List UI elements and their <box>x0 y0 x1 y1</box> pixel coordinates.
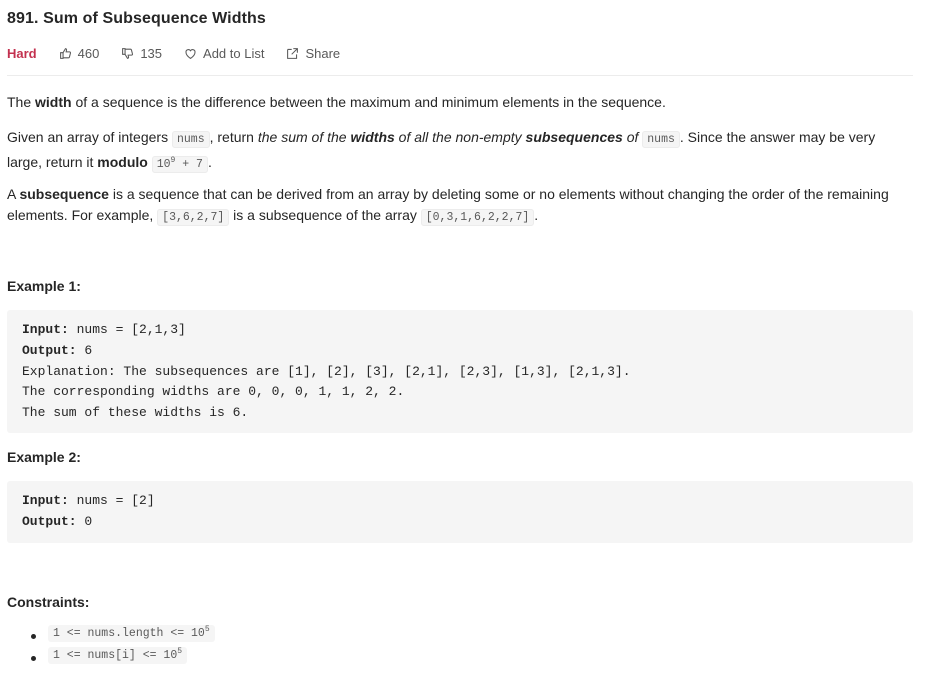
thumbs-down-icon <box>122 47 134 59</box>
problem-meta-bar: Hard 460 135 Add to List Share <box>7 44 362 62</box>
example-1-explanation: Explanation: The subsequences are [1], [… <box>22 363 631 379</box>
share-icon <box>287 47 299 59</box>
add-to-list-label: Add to List <box>203 45 265 61</box>
example-1-heading: Example 1: <box>7 278 81 294</box>
problem-title: 891. Sum of Subsequence Widths <box>7 10 266 27</box>
like-button[interactable]: 460 <box>59 45 100 61</box>
example-1-sum: The sum of these widths is 6. <box>22 405 249 421</box>
constraint-code: 1 <= nums.length <= 105 <box>48 625 215 642</box>
dislike-count: 135 <box>140 45 163 61</box>
constraint-item: 1 <= nums[i] <= 105 <box>7 647 215 669</box>
example-1-input: Input: nums = [2,1,3] <box>22 322 186 337</box>
constraint-code: 1 <= nums[i] <= 105 <box>48 647 188 664</box>
example-1-block: Input: nums = [2,1,3] Output: 6 Explanat… <box>7 310 913 433</box>
like-count: 460 <box>77 45 100 61</box>
constraints-heading: Constraints: <box>7 594 90 610</box>
paragraph-task: Given an array of integers nums, return … <box>7 129 876 173</box>
example-2-heading: Example 2: <box>7 449 81 465</box>
example-2-block: Input: nums = [2] Output: 0 <box>7 481 913 543</box>
thumbs-up-icon <box>59 47 71 59</box>
example-1-widths: The corresponding widths are 0, 0, 0, 1,… <box>22 384 405 400</box>
inline-code-nums-2: nums <box>642 131 680 148</box>
inline-code-example-subsequence: [3,6,2,7] <box>157 209 230 226</box>
dislike-button[interactable]: 135 <box>121 46 162 61</box>
paragraph-subsequence-definition: A subsequence is a sequence that can be … <box>7 186 889 226</box>
constraints-list: 1 <= nums.length <= 105 1 <= nums[i] <= … <box>7 625 215 669</box>
inline-code-example-array: [0,3,1,6,2,2,7] <box>420 209 535 226</box>
divider <box>7 75 913 76</box>
constraint-item: 1 <= nums.length <= 105 <box>7 625 215 647</box>
heart-icon <box>185 48 196 59</box>
paragraph-width-definition: The width of a sequence is the differenc… <box>7 94 666 110</box>
share-label: Share <box>305 45 341 61</box>
add-to-list-button[interactable]: Add to List <box>184 46 264 61</box>
share-button[interactable]: Share <box>286 46 340 61</box>
example-2-output: Output: 0 <box>22 513 93 529</box>
inline-code-nums: nums <box>171 131 210 148</box>
example-2-input: Input: nums = [2] <box>22 493 155 508</box>
inline-code-modulo: 109 + 7 <box>151 155 208 173</box>
example-1-output: Output: 6 <box>22 342 93 358</box>
difficulty-badge: Hard <box>7 45 37 61</box>
